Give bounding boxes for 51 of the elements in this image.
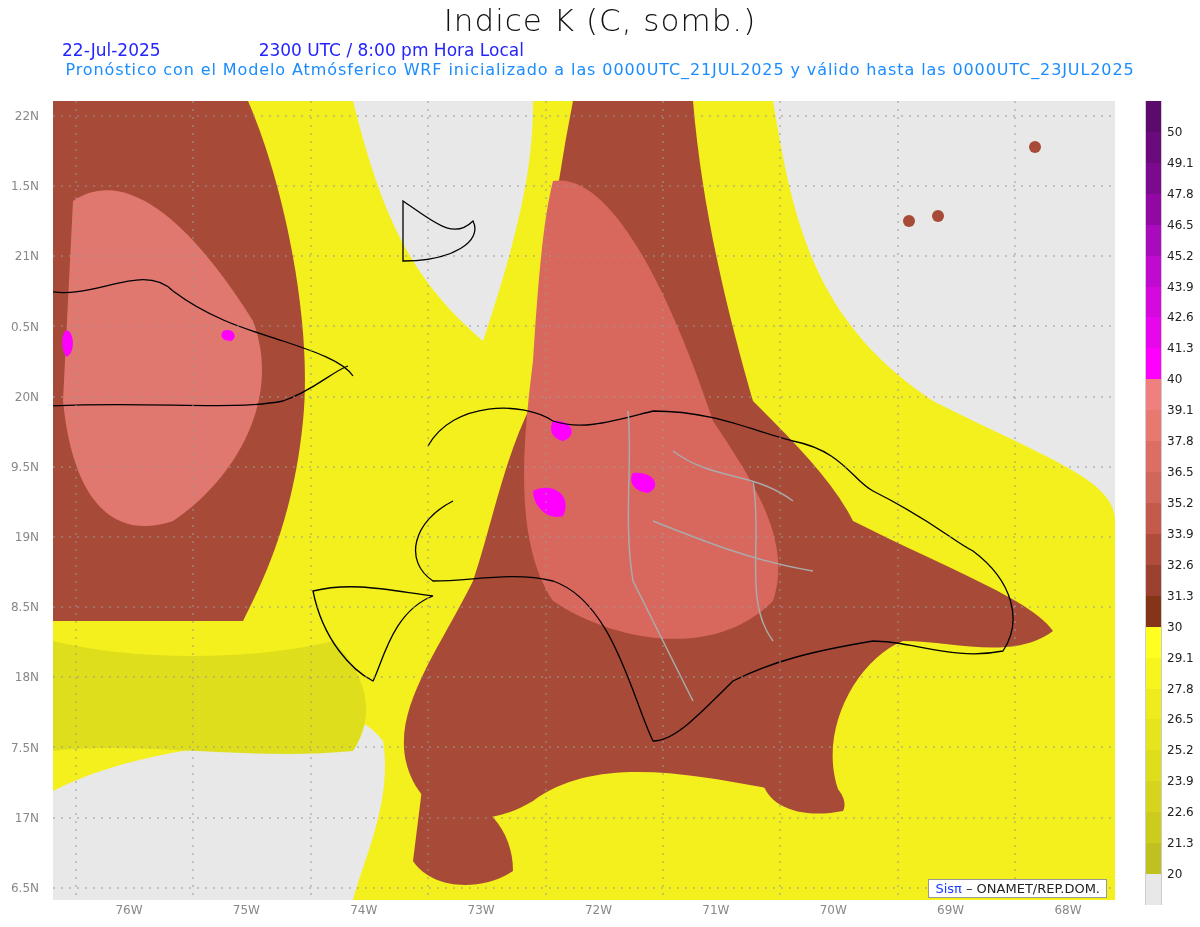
latitude-label: 0.5N (10, 319, 40, 334)
colorbar-label: 46.5 (1167, 217, 1194, 232)
longitude-label: 70W (818, 903, 848, 917)
colorbar-label: 50 (1167, 124, 1183, 139)
longitude-label: 68W (1053, 903, 1083, 917)
colorbar-label: 29.1 (1167, 650, 1194, 665)
forecast-date: 22-Jul-2025 (62, 40, 161, 60)
longitude-label: 74W (349, 903, 379, 917)
latitude-label: 17N (14, 810, 40, 825)
colorbar-label: 32.6 (1167, 557, 1194, 572)
colorbar-label: 35.2 (1167, 496, 1194, 510)
latitude-label: 1.5N (10, 179, 40, 194)
colorbar-label: 49.1 (1167, 155, 1194, 170)
colorbar-label: 37.8 (1167, 434, 1194, 449)
longitude-label: 72W (583, 903, 614, 917)
colorbar-label: 25.2 (1167, 743, 1194, 758)
colorbar-label: 43.9 (1167, 279, 1194, 294)
latitude-label: 9.5N (10, 459, 40, 474)
latitude-label: 18N (14, 670, 40, 685)
colorbar-label: 47.8 (1167, 186, 1194, 201)
latitude-label: 21N (14, 249, 40, 264)
latitude-label: 19N (14, 530, 40, 545)
colorbar-label: 27.8 (1167, 681, 1194, 696)
colorbar-label: 41.3 (1167, 341, 1194, 356)
longitude-label: 71W (701, 903, 731, 917)
colorbar-label: 40 (1167, 372, 1183, 387)
longitude-label: 75W (231, 903, 261, 917)
colorbar-label: 22.6 (1167, 805, 1194, 820)
colorbar-label: 31.3 (1167, 588, 1194, 603)
credit-label: Sisπ – ONAMET/REP.DOM. (928, 879, 1107, 898)
colorbar-label: 20 (1167, 867, 1183, 882)
latitude-label: 22N (14, 109, 40, 123)
longitude-label: 76W (114, 903, 144, 917)
latitude-label: 8.5N (10, 600, 40, 615)
colorbar-label: 42.6 (1167, 310, 1194, 325)
colorbar-label: 21.3 (1167, 836, 1194, 851)
forecast-time: 2300 UTC / 8:00 pm Hora Local (258, 40, 524, 60)
colorbar-label: 45.2 (1167, 248, 1194, 263)
longitude-label: 69W (936, 903, 966, 917)
colorbar-label: 36.5 (1167, 465, 1194, 480)
latitude-label: 7.5N (10, 740, 40, 755)
forecast-description: Pronóstico con el Modelo Atmósferico WRF inicializado a las 0000UTC_21JUL2025 y válido hasta las 0000UTC_23JUL2025 (64, 60, 1136, 81)
longitude-label: 73W (466, 903, 496, 917)
colorbar-label: 33.9 (1167, 526, 1194, 541)
colorbar-label: 26.5 (1167, 712, 1194, 727)
latitude-label: 6.5N (10, 880, 40, 895)
chart-title: Indice K (C, somb.) (442, 1, 758, 40)
colorbar-label: 39.1 (1167, 403, 1194, 418)
latitude-label: 20N (14, 389, 40, 404)
colorbar-label: 30 (1167, 619, 1183, 634)
colorbar-label: 23.9 (1167, 774, 1194, 789)
